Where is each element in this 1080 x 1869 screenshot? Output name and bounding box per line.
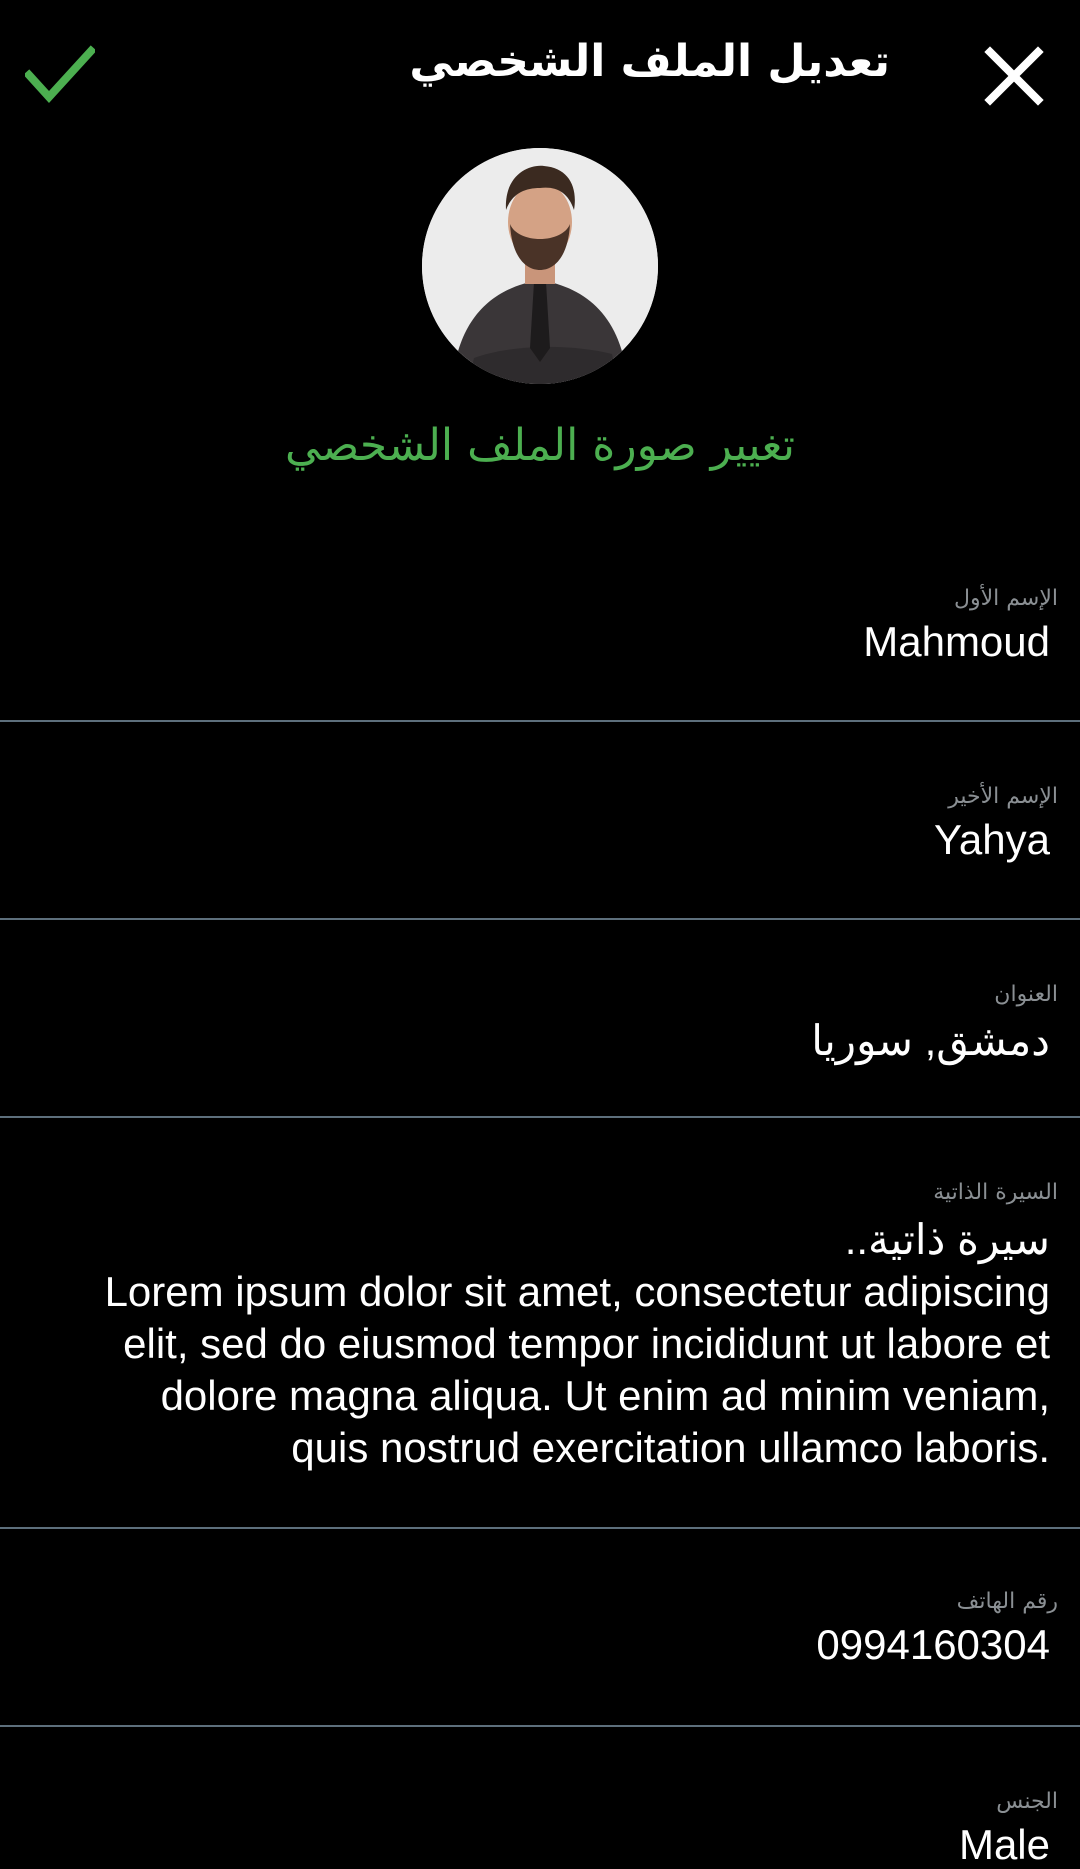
bio-line: quis nostrud exercitation ullamco labori…	[291, 1424, 1050, 1471]
last-name-label: الإسم الأخير	[948, 784, 1058, 809]
phone-field[interactable]: رقم الهاتف 0994160304	[0, 1529, 1080, 1727]
bio-label: السيرة الذاتية	[933, 1180, 1058, 1205]
change-photo-label: تغيير صورة الملف الشخصي	[285, 420, 795, 471]
address-label: العنوان	[994, 982, 1058, 1007]
last-name-input[interactable]: Yahya	[934, 816, 1050, 864]
bio-textarea[interactable]: سيرة ذاتية.. Lorem ipsum dolor sit amet,…	[30, 1214, 1050, 1474]
gender-input[interactable]: Male	[959, 1821, 1050, 1869]
gender-label: الجنس	[996, 1789, 1058, 1814]
address-input[interactable]: دمشق, سوريا	[811, 1016, 1050, 1065]
last-name-field[interactable]: الإسم الأخير Yahya	[0, 722, 1080, 920]
check-icon	[25, 45, 95, 103]
page-title: تعديل الملف الشخصي	[409, 36, 890, 87]
bio-field[interactable]: السيرة الذاتية سيرة ذاتية.. Lorem ipsum …	[0, 1118, 1080, 1529]
change-photo-link[interactable]: تغيير صورة الملف الشخصي	[0, 420, 1080, 471]
first-name-input[interactable]: Mahmoud	[863, 618, 1050, 666]
bio-line: dolore magna aliqua. Ut enim ad minim ve…	[160, 1372, 1050, 1419]
avatar[interactable]	[422, 148, 658, 384]
bio-line: Lorem ipsum dolor sit amet, consectetur …	[104, 1268, 1050, 1315]
close-icon	[984, 46, 1044, 106]
phone-label: رقم الهاتف	[956, 1589, 1058, 1614]
top-bar: تعديل الملف الشخصي	[0, 0, 1080, 150]
first-name-field[interactable]: الإسم الأول Mahmoud	[0, 560, 1080, 722]
avatar-photo	[422, 148, 658, 384]
address-field[interactable]: العنوان دمشق, سوريا	[0, 920, 1080, 1118]
save-button[interactable]	[20, 40, 100, 110]
first-name-label: الإسم الأول	[954, 586, 1058, 611]
phone-input[interactable]: 0994160304	[816, 1621, 1050, 1669]
close-button[interactable]	[978, 40, 1050, 112]
gender-field[interactable]: الجنس Male	[0, 1727, 1080, 1868]
bio-line: سيرة ذاتية..	[844, 1216, 1050, 1263]
bio-line: elit, sed do eiusmod tempor incididunt u…	[123, 1320, 1050, 1367]
